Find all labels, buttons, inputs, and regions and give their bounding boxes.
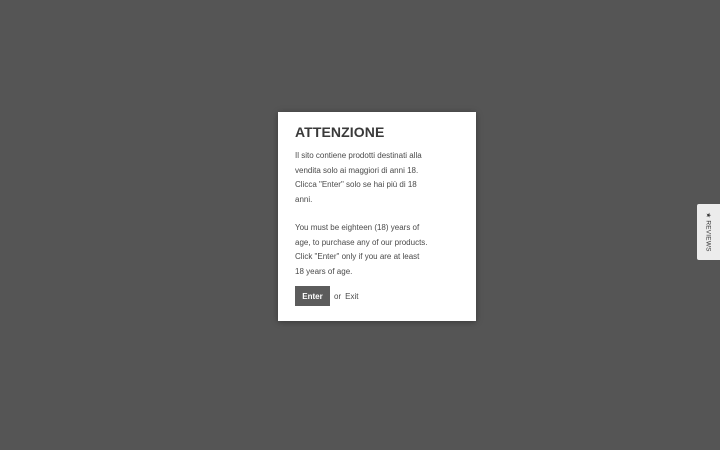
warning-text-italian: Il sito contiene prodotti destinati alla… bbox=[295, 151, 422, 204]
enter-button[interactable]: Enter bbox=[295, 286, 330, 306]
exit-link[interactable]: Exit bbox=[345, 292, 358, 301]
star-icon: ★ bbox=[704, 212, 712, 219]
modal-title: ATTENZIONE bbox=[295, 124, 385, 140]
reviews-tab-label: REVIEWS bbox=[705, 220, 713, 252]
or-separator: or bbox=[334, 291, 342, 301]
warning-text-english: You must be eighteen (18) years of age, … bbox=[295, 223, 428, 276]
age-verification-modal: ATTENZIONE Il sito contiene prodotti des… bbox=[278, 112, 476, 321]
reviews-tab[interactable]: ★ REVIEWS bbox=[697, 204, 720, 260]
modal-actions: Enter or Exit bbox=[295, 286, 358, 306]
reviews-tab-content: ★ REVIEWS bbox=[705, 212, 713, 251]
